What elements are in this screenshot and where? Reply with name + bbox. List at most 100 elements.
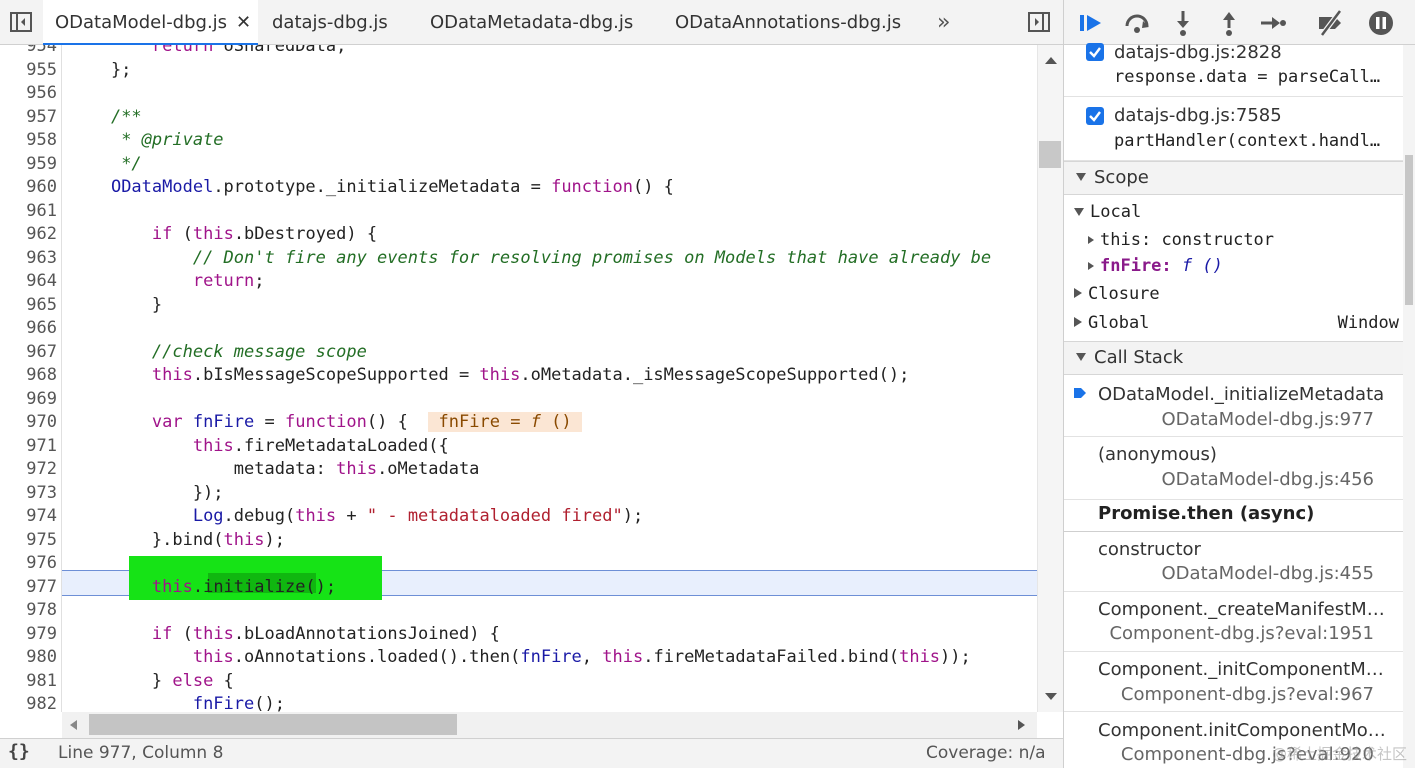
line-number[interactable]: 957 bbox=[0, 106, 57, 130]
editor-vertical-scrollbar[interactable] bbox=[1037, 45, 1063, 712]
call-stack-frame[interactable]: Component._initComponentModels Component… bbox=[1064, 652, 1404, 712]
vertical-scroll-thumb[interactable] bbox=[1039, 141, 1061, 168]
line-number[interactable]: 964 bbox=[0, 270, 57, 294]
expand-arrow-icon bbox=[1088, 236, 1094, 244]
line-number[interactable]: 959 bbox=[0, 153, 57, 177]
sidebar-scroll-thumb[interactable] bbox=[1405, 155, 1413, 305]
line-number[interactable]: 978 bbox=[0, 599, 57, 623]
breakpoint-checkbox[interactable] bbox=[1086, 43, 1104, 61]
editor-horizontal-scrollbar[interactable] bbox=[62, 712, 1037, 738]
line-number[interactable]: 965 bbox=[0, 294, 57, 318]
breakpoint-code: response.data = parseCallback(... bbox=[1114, 67, 1386, 87]
tab-odataannotations-dbg[interactable]: ODataAnnotations-dbg.js bbox=[675, 0, 901, 45]
frame-function: Component._initComponentModels bbox=[1098, 659, 1388, 680]
line-number[interactable]: 974 bbox=[0, 505, 57, 529]
scope-global[interactable]: Global Window bbox=[1074, 313, 1399, 333]
line-number[interactable]: 976 bbox=[0, 552, 57, 576]
step-icon[interactable] bbox=[1258, 8, 1288, 38]
call-stack-frame[interactable]: constructor ODataModel-dbg.js:455 bbox=[1064, 532, 1404, 592]
line-number[interactable]: 973 bbox=[0, 482, 57, 506]
line-number[interactable]: 979 bbox=[0, 623, 57, 647]
line-number[interactable]: 970 bbox=[0, 411, 57, 435]
line-number[interactable]: 975 bbox=[0, 529, 57, 553]
step-into-icon[interactable] bbox=[1168, 8, 1198, 38]
scope-fnfire-value: f () bbox=[1181, 256, 1223, 276]
line-number[interactable]: 972 bbox=[0, 458, 57, 482]
horizontal-scroll-thumb[interactable] bbox=[89, 714, 457, 735]
line-number[interactable]: 977 bbox=[0, 576, 57, 600]
tab-datajs-dbg[interactable]: datajs-dbg.js bbox=[272, 0, 388, 45]
line-number[interactable]: 956 bbox=[0, 82, 57, 106]
scope-this-entry[interactable]: this: constructor bbox=[1088, 230, 1274, 250]
sidebar-scrollbar[interactable] bbox=[1403, 45, 1415, 768]
line-number[interactable]: 954 bbox=[0, 45, 57, 59]
breakpoint-checkbox[interactable] bbox=[1086, 107, 1104, 125]
frame-location: Component-dbg.js?eval:1951 bbox=[1109, 623, 1374, 644]
call-stack-frame[interactable]: ODataModel._initializeMetadata ODataMode… bbox=[1064, 375, 1404, 437]
tab-label: ODataModel-dbg.js bbox=[55, 12, 228, 33]
code-line: this.fireMetadataLoaded({ bbox=[192, 435, 449, 456]
call-stack-section-header[interactable]: Call Stack bbox=[1064, 341, 1404, 375]
cursor-position: Line 977, Column 8 bbox=[58, 743, 224, 763]
line-number[interactable]: 982 bbox=[0, 693, 57, 712]
scroll-left-icon[interactable] bbox=[68, 719, 78, 731]
scroll-up-icon[interactable] bbox=[1044, 55, 1058, 65]
call-stack-frame[interactable]: (anonymous) ODataModel-dbg.js:456 bbox=[1064, 437, 1404, 500]
line-number[interactable]: 961 bbox=[0, 200, 57, 224]
code-line: metadata: this.oMetadata bbox=[70, 459, 480, 479]
scope-closure[interactable]: Closure bbox=[1074, 284, 1160, 304]
line-number[interactable]: 963 bbox=[0, 247, 57, 271]
breakpoint-item[interactable]: datajs-dbg.js:2828 response.data = parse… bbox=[1064, 42, 1404, 97]
breakpoint-item[interactable]: datajs-dbg.js:7585 partHandler(context.h… bbox=[1064, 97, 1404, 161]
frame-location: ODataModel-dbg.js:455 bbox=[1161, 563, 1374, 584]
line-number[interactable]: 981 bbox=[0, 670, 57, 694]
frame-location: ODataModel-dbg.js:456 bbox=[1161, 469, 1374, 490]
toggle-navigator-icon[interactable] bbox=[9, 10, 33, 34]
toggle-debugger-sidebar-icon[interactable] bbox=[1027, 10, 1051, 34]
tab-odatametadata-dbg[interactable]: ODataMetadata-dbg.js bbox=[430, 0, 633, 45]
line-number[interactable]: 955 bbox=[0, 59, 57, 83]
line-number[interactable]: 969 bbox=[0, 388, 57, 412]
line-number-gutter[interactable]: 954 955 956 957 958 959 960 961 962 963 964 965 966 9… bbox=[0, 45, 62, 712]
scope-fnfire-entry[interactable]: fnFire: f () bbox=[1088, 256, 1223, 276]
deactivate-breakpoints-icon[interactable] bbox=[1316, 8, 1346, 38]
frame-function: ODataModel._initializeMetadata bbox=[1098, 384, 1385, 405]
line-number[interactable]: 968 bbox=[0, 364, 57, 388]
code-line: if (this.bDestroyed) { bbox=[151, 224, 378, 244]
line-number[interactable]: 967 bbox=[0, 341, 57, 365]
frame-function: Component.initComponentModels bbox=[1098, 720, 1388, 741]
more-tabs-icon[interactable]: » bbox=[937, 0, 950, 45]
line-number[interactable]: 960 bbox=[0, 176, 57, 200]
line-number[interactable]: 966 bbox=[0, 317, 57, 341]
scope-this-label: this: bbox=[1100, 230, 1152, 250]
watermark: @稀土掘金技术社区 bbox=[1271, 745, 1407, 763]
scope-local[interactable]: Local bbox=[1074, 202, 1141, 222]
line-number[interactable]: 958 bbox=[0, 129, 57, 153]
pretty-print-button[interactable]: {} bbox=[8, 741, 30, 762]
scroll-down-icon[interactable] bbox=[1044, 692, 1058, 702]
step-over-icon[interactable] bbox=[1122, 8, 1152, 38]
code-view[interactable]: 954 955 956 957 958 959 960 961 962 963 964 965 966 9… bbox=[0, 45, 1037, 712]
pause-on-exceptions-icon[interactable] bbox=[1366, 8, 1396, 38]
tab-odatamodel-dbg[interactable]: ODataModel-dbg.js bbox=[43, 0, 258, 45]
frame-location: Component-dbg.js?eval:967 bbox=[1120, 684, 1374, 705]
call-stack-frame[interactable]: Component._createManifestModels Componen… bbox=[1064, 592, 1404, 652]
line-number[interactable]: 962 bbox=[0, 223, 57, 247]
line-number[interactable]: 980 bbox=[0, 646, 57, 670]
scope-section-header[interactable]: Scope bbox=[1064, 161, 1404, 195]
resume-icon[interactable] bbox=[1076, 8, 1106, 38]
expand-arrow-icon bbox=[1074, 208, 1084, 216]
breakpoint-code: partHandler(context.handler... bbox=[1114, 131, 1386, 151]
close-tab-icon[interactable]: ✕ bbox=[236, 0, 251, 45]
scope-local-label: Local bbox=[1090, 202, 1142, 222]
scope-global-value: Window bbox=[1337, 313, 1399, 333]
code-line: this.oAnnotations.loaded().then(fnFire, … bbox=[192, 647, 971, 667]
step-out-icon[interactable] bbox=[1214, 8, 1244, 38]
code-line: }; bbox=[70, 59, 132, 80]
line-number[interactable]: 971 bbox=[0, 435, 57, 459]
scroll-right-icon[interactable] bbox=[1017, 719, 1027, 731]
code-line: ODataModel.prototype._initializeMetadata… bbox=[110, 177, 674, 197]
